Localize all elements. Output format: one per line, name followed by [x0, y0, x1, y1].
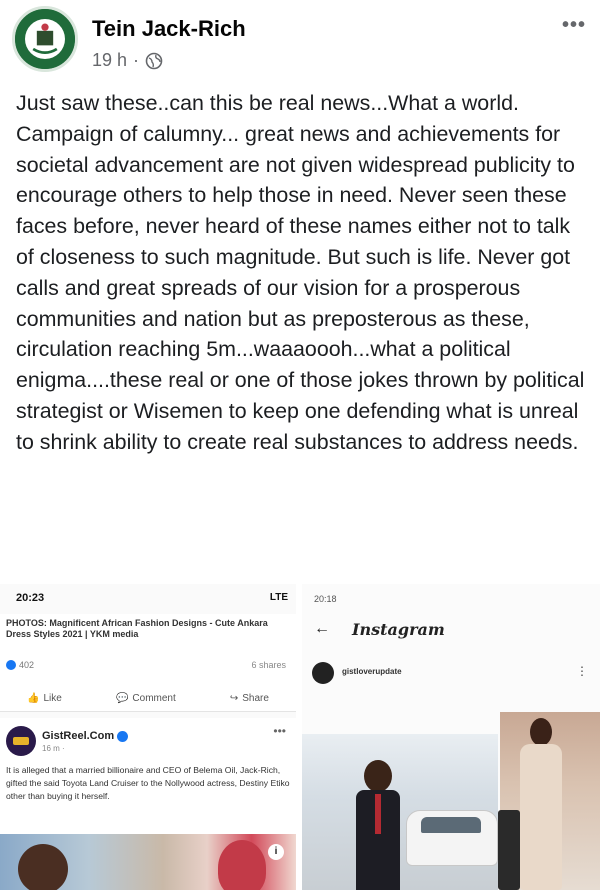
instagram-header: ← Instagram	[312, 620, 592, 642]
white-suv	[406, 810, 498, 866]
like-button: 👍 Like	[27, 693, 62, 704]
share-icon: ↪	[229, 693, 239, 704]
author-name[interactable]: Tein Jack-Rich	[92, 16, 246, 42]
post-header: Tein Jack-Rich 19 h · •••	[12, 6, 588, 76]
woman-standing	[512, 718, 568, 890]
link-card: PHOTOS: Magnificent African Fashion Desi…	[0, 614, 296, 696]
news-text: It is alleged that a married billionaire…	[6, 765, 290, 801]
more-options-icon[interactable]: •••	[562, 14, 586, 37]
comment-button: 💬 Comment	[116, 693, 176, 704]
post-body-text: Just saw these..can this be real news...…	[16, 91, 585, 454]
man-photo	[18, 844, 68, 890]
attached-screenshot-facebook[interactable]: 20:23 LTE PHOTOS: Magnificent African Fa…	[0, 584, 296, 890]
globe-icon	[145, 52, 163, 69]
car-windshield	[421, 817, 481, 833]
meta-separator: ·	[133, 50, 140, 70]
page-time: 16 m ·	[42, 744, 65, 753]
share-count: 6 shares	[251, 660, 286, 670]
page-more-icon: •••	[273, 724, 286, 738]
news-post-card: GistReel.Com 16 m · ••• It is alleged th…	[0, 718, 296, 890]
news-photo: i	[0, 834, 296, 890]
share-button: ↪ Share	[230, 693, 269, 704]
reaction-number: 402	[19, 660, 35, 670]
comment-icon: 💬	[115, 693, 129, 704]
network-indicator: LTE	[269, 592, 288, 603]
like-icon: 👍	[27, 693, 40, 704]
attached-screenshot-instagram[interactable]: 20:18 ← Instagram gistloverupdate ⋮	[302, 584, 600, 890]
post-time[interactable]: 19 h	[92, 50, 127, 71]
comment-label: Comment	[132, 693, 176, 704]
status-bar: 20:23 LTE	[16, 592, 288, 612]
link-title: PHOTOS: Magnificent African Fashion Desi…	[6, 618, 268, 639]
man-in-suit	[356, 760, 400, 890]
instagram-username: gistloverupdate	[342, 667, 402, 676]
man-tie	[375, 794, 381, 834]
page-name: GistReel.Com	[42, 730, 129, 742]
back-arrow-icon: ←	[314, 620, 330, 637]
avatar[interactable]	[12, 6, 78, 72]
info-icon: i	[268, 844, 284, 860]
instagram-more-icon: ⋮	[576, 664, 588, 678]
reaction-icon	[6, 660, 16, 670]
woman-head	[530, 718, 552, 746]
instagram-logo: Instagram	[352, 620, 445, 639]
status-bar: 20:18	[314, 594, 590, 604]
action-bar: 👍 Like 💬 Comment ↪ Share	[0, 686, 296, 712]
woman-outfit	[520, 744, 562, 890]
status-time: 20:18	[314, 594, 337, 604]
reaction-count: 402	[6, 660, 34, 670]
woman-photo	[218, 840, 266, 890]
coat-of-arms-icon	[15, 9, 75, 69]
instagram-avatar	[312, 662, 334, 684]
share-label: Share	[242, 693, 269, 704]
page-avatar	[6, 726, 36, 756]
post-meta: 19 h ·	[92, 50, 163, 71]
like-label: Like	[43, 693, 62, 704]
verified-icon	[117, 730, 129, 742]
page-name-text: GistReel.Com	[42, 730, 115, 742]
instagram-user-row: gistloverupdate ⋮	[312, 662, 592, 688]
suitcase	[498, 810, 520, 890]
status-time: 20:23	[16, 592, 45, 604]
man-head	[364, 760, 392, 792]
